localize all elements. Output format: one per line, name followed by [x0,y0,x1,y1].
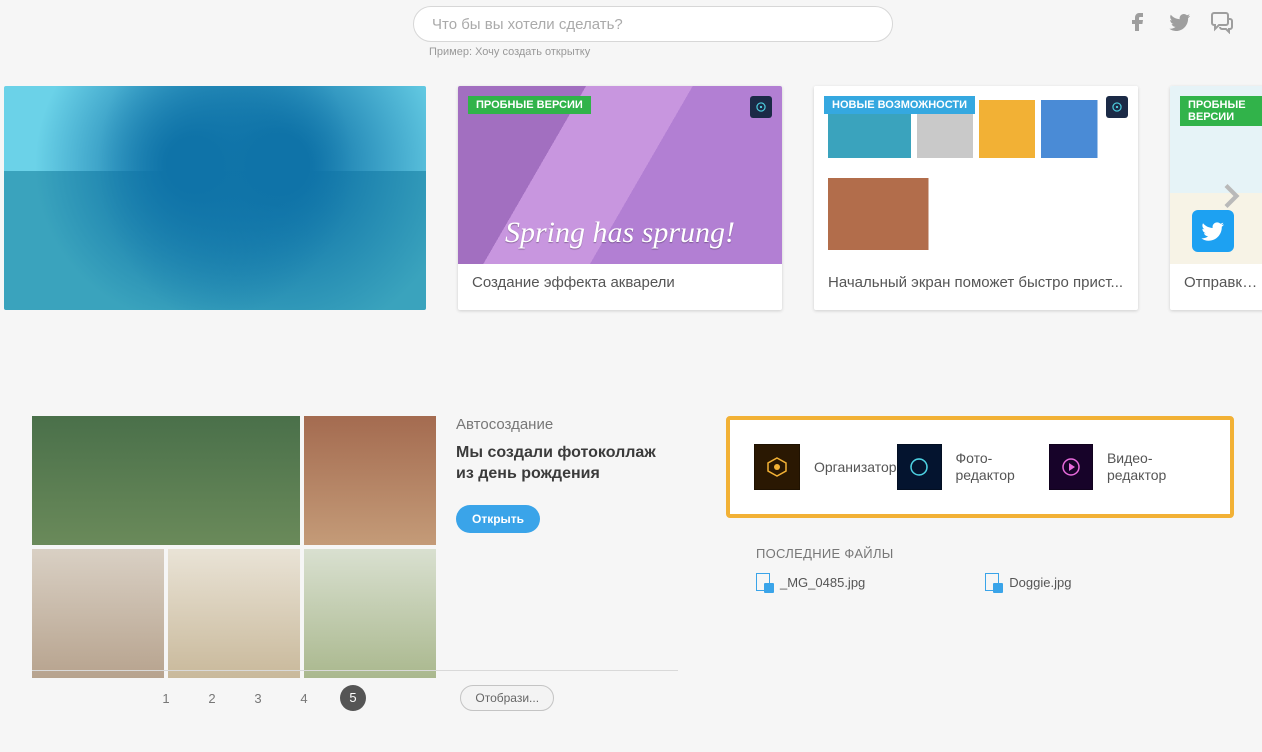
carousel: ПРОБНЫЕ ВЕРСИИ Spring has sprung! Создан… [0,86,1262,330]
organizer-label: Организатор [814,459,897,476]
facebook-icon[interactable] [1126,10,1150,34]
launch-photo-editor[interactable]: Фото-редактор [897,444,1050,490]
autocreate-footer: 1 2 3 4 5 Отобрази... [32,670,678,711]
autocreate-title: Мы создали фотоколлаж из день рождения [456,443,666,485]
page-4[interactable]: 4 [294,691,314,706]
badge-trial: ПРОБНЫЕ ВЕРСИИ [468,96,591,114]
recent-file-name: _MG_0485.jpg [780,575,865,590]
card-watercolor-thumb: ПРОБНЫЕ ВЕРСИИ Spring has sprung! [458,86,782,264]
card-homescreen[interactable]: НОВЫЕ ВОЗМОЖНОСТИ Начальный экран поможе… [814,86,1138,310]
collage-tile [304,549,436,678]
badge-new: НОВЫЕ ВОЗМОЖНОСТИ [824,96,975,114]
search-input[interactable] [413,6,893,42]
autocreate-text: Автосоздание Мы создали фотоколлаж из де… [456,416,666,678]
recent-files-title: ПОСЛЕДНИЕ ФАЙЛЫ [756,546,1234,561]
collage-tile [304,416,436,545]
search-example-text: Пример: Хочу создать открытку [429,46,893,58]
chevron-right-icon [1214,178,1250,214]
badge-trial: ПРОБНЫЕ ВЕРСИИ [1180,96,1262,126]
open-button[interactable]: Открыть [456,505,540,533]
feedback-icon[interactable] [1210,10,1234,34]
social-links [1126,10,1234,34]
recent-files-list: _MG_0485.jpg Doggie.jpg [756,573,1234,591]
autocreate-section: Автосоздание Мы создали фотоколлаж из де… [32,416,666,678]
search-container: Пример: Хочу создать открытку [413,6,893,58]
launch-video-editor[interactable]: Видео-редактор [1049,444,1206,490]
recent-file-name: Doggie.jpg [1009,575,1071,590]
carousel-cards: ПРОБНЫЕ ВЕРСИИ Spring has sprung! Создан… [0,86,1262,310]
card-watercolor-overlay: Spring has sprung! [458,216,782,250]
carousel-next-button[interactable] [1208,172,1256,220]
autocreate-label: Автосоздание [456,416,666,433]
card-homescreen-caption: Начальный экран поможет быстро прист... [814,264,1138,308]
top-bar: Пример: Хочу создать открытку [0,0,1262,62]
show-button[interactable]: Отобрази... [460,685,554,711]
app-logo-icon [1106,96,1128,118]
autocreate-collage[interactable] [32,416,436,678]
collage-tile [32,549,164,678]
twitter-icon[interactable] [1168,10,1192,34]
hero-image[interactable] [4,86,426,310]
app-logo-icon [750,96,772,118]
card-watercolor[interactable]: ПРОБНЫЕ ВЕРСИИ Spring has sprung! Создан… [458,86,782,310]
page-1[interactable]: 1 [156,691,176,706]
recent-file[interactable]: _MG_0485.jpg [756,573,865,591]
photo-editor-icon [897,444,942,490]
collage-tile [168,549,300,678]
file-icon [756,573,772,591]
recent-file[interactable]: Doggie.jpg [985,573,1071,591]
page-5[interactable]: 5 [340,685,366,711]
photo-editor-label: Фото-редактор [956,450,1050,484]
page-3[interactable]: 3 [248,691,268,706]
lower-section: Автосоздание Мы создали фотоколлаж из де… [0,416,1262,678]
collage-tile [32,416,300,545]
hero-image-content [4,86,426,310]
right-column: Организатор Фото-редактор Видео-редактор… [726,416,1234,678]
video-editor-icon [1049,444,1093,490]
card-homescreen-thumb: НОВЫЕ ВОЗМОЖНОСТИ [814,86,1138,264]
card-watercolor-caption: Создание эффекта акварели [458,264,782,308]
organizer-icon [754,444,800,490]
editor-launchers: Организатор Фото-редактор Видео-редактор [726,416,1234,518]
video-editor-label: Видео-редактор [1107,450,1206,484]
launch-organizer[interactable]: Организатор [754,444,897,490]
pager: 1 2 3 4 5 [156,685,366,711]
card-share-caption: Отправка фо [1170,264,1262,308]
page-2[interactable]: 2 [202,691,222,706]
file-icon [985,573,1001,591]
